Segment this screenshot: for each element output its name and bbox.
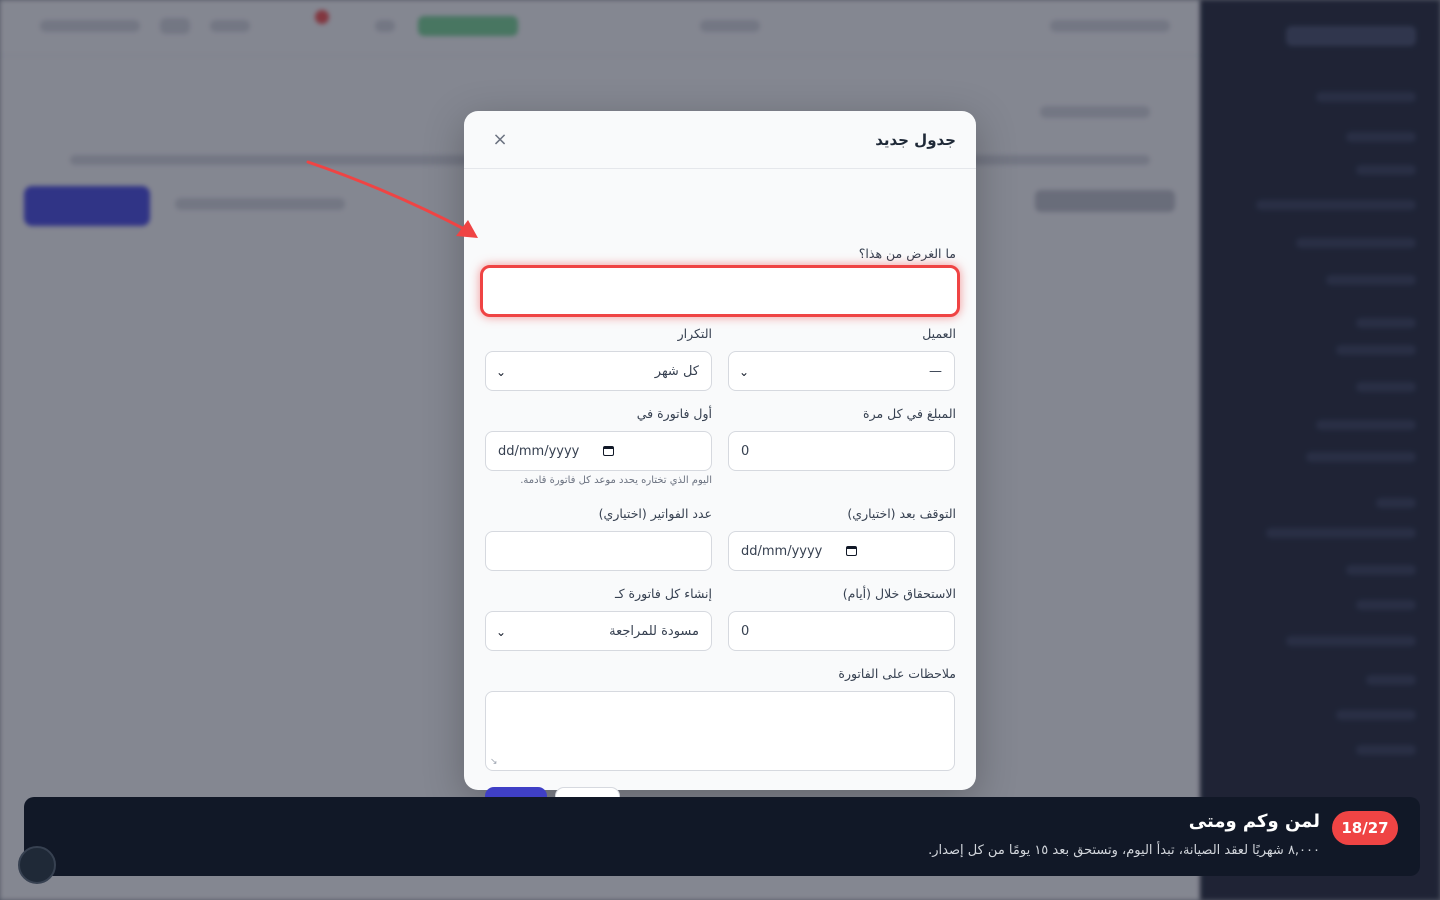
stop-after-value: dd/mm/yyyy [741, 543, 823, 559]
due-days-label: الاستحقاق خلال (أيام) [842, 586, 956, 601]
tour-step-badge: 18/27 [1332, 811, 1398, 845]
new-schedule-modal: جدول جديد × ما الغرض من هذا؟ العميل — ⌄ … [464, 111, 976, 827]
amount-label: المبلغ في كل مرة [863, 406, 956, 421]
calendar-icon[interactable] [846, 546, 858, 556]
chevron-down-icon: ⌄ [496, 625, 507, 639]
first-invoice-date-input[interactable]: dd/mm/yyyy [485, 431, 712, 471]
notes-textarea[interactable]: ↘ [485, 691, 955, 771]
due-days-value: 0 [741, 623, 750, 639]
modal-header: جدول جديد × [464, 111, 976, 169]
first-invoice-hint: اليوم الذي تختاره يحدد موعد كل فاتورة قا… [520, 475, 712, 486]
client-select[interactable]: — ⌄ [728, 351, 955, 391]
amount-input[interactable]: 0 [728, 431, 955, 471]
chevron-down-icon: ⌄ [739, 365, 750, 379]
pointer-arrow-icon [306, 160, 478, 238]
frequency-label: التكرار [677, 326, 712, 341]
notes-label: ملاحظات على الفاتورة [838, 666, 956, 681]
frequency-select[interactable]: كل شهر ⌄ [485, 351, 712, 391]
help-button[interactable] [18, 846, 56, 884]
purpose-field-highlight [480, 265, 960, 317]
first-invoice-value: dd/mm/yyyy [498, 443, 580, 459]
first-invoice-label: أول فاتورة في [636, 406, 712, 421]
tour-title: لمن وكم ومتى [1188, 811, 1320, 832]
calendar-icon[interactable] [603, 446, 615, 456]
invoice-count-label: عدد الفواتير (اختياري) [598, 506, 712, 521]
client-value: — [929, 363, 942, 379]
amount-value: 0 [741, 443, 750, 459]
resize-handle-icon[interactable]: ↘ [490, 757, 498, 767]
purpose-label: ما الغرض من هذا؟ [858, 246, 956, 261]
tour-description: ٨,٠٠٠ شهريًا لعقد الصيانة، تبدأ اليوم، و… [928, 843, 1320, 858]
stop-after-date-input[interactable]: dd/mm/yyyy [728, 531, 955, 571]
chevron-down-icon: ⌄ [496, 365, 507, 379]
client-label: العميل [922, 326, 956, 341]
frequency-value: كل شهر [654, 363, 699, 379]
invoice-count-input[interactable] [485, 531, 712, 571]
purpose-input[interactable] [483, 268, 957, 314]
create-as-value: مسودة للمراجعة [609, 623, 699, 639]
create-as-label: إنشاء كل فاتورة كـ [614, 586, 712, 601]
due-days-input[interactable]: 0 [728, 611, 955, 651]
stop-after-label: التوقف بعد (اختياري) [847, 506, 956, 521]
modal-title: جدول جديد [875, 130, 956, 149]
create-as-select[interactable]: مسودة للمراجعة ⌄ [485, 611, 712, 651]
close-icon: × [492, 129, 508, 150]
tour-bar: 18/27 لمن وكم ومتى ٨,٠٠٠ شهريًا لعقد الص… [24, 797, 1420, 876]
